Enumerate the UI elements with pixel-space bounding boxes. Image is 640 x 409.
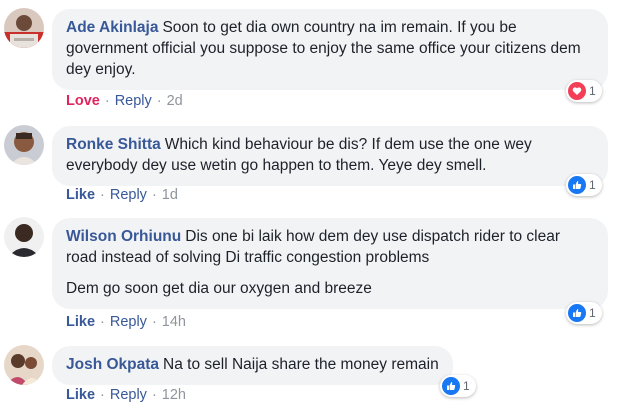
comment-text: Ade Akinlaja Soon to get dia own country … [66,17,594,80]
comment-author[interactable]: Josh Okpata [66,356,159,373]
reaction-count-badge[interactable]: 1 [566,302,602,324]
separator-dot: · [151,387,157,403]
thumbs-up-icon [442,377,460,395]
comment-bubble: Ade Akinlaja Soon to get dia own country … [52,9,608,90]
reaction-count: 1 [589,84,596,98]
comment-ade-akinlaja: Ade Akinlaja Soon to get dia own country … [0,0,640,112]
avatar-photo [4,345,44,385]
avatar[interactable] [4,125,44,165]
comment-wilson-orhiunu: Wilson Orhiunu Dis one bi laik how dem de… [0,212,640,340]
comment-bubble: Ronke Shitta Which kind behaviour be dis?… [52,126,608,186]
separator-dot: · [151,187,157,203]
comment-timestamp[interactable]: 14h [162,314,186,330]
avatar[interactable] [4,8,44,48]
comment-actions: Love · Reply · 2d [66,93,183,109]
reaction-count-badge[interactable]: 1 [566,80,602,102]
like-button[interactable]: Like [66,187,95,203]
separator-dot: · [100,187,105,203]
comment-body-paragraph: Dem go soon get dia our oxygen and breez… [66,280,372,297]
comment-text: Wilson Orhiunu Dis one bi laik how dem de… [66,226,594,268]
avatar[interactable] [4,345,44,385]
comment-text: Josh Okpata Na to sell Naija share the mo… [66,354,439,375]
separator-dot: · [151,314,157,330]
avatar-photo [4,217,44,257]
thumbs-up-icon [568,176,586,194]
comment-body: Na to sell Naija share the money remain [163,356,439,373]
comment-text: Ronke Shitta Which kind behaviour be dis?… [66,134,594,176]
comment-bubble: Wilson Orhiunu Dis one bi laik how dem de… [52,218,608,309]
separator-dot: · [100,387,105,403]
separator-dot: · [104,93,110,109]
separator-dot: · [100,314,105,330]
avatar-photo [4,8,44,48]
reply-button[interactable]: Reply [115,93,152,109]
comment-ronke-shitta: Ronke Shitta Which kind behaviour be dis?… [0,112,640,212]
separator-dot: · [156,93,162,109]
comment-author[interactable]: Wilson Orhiunu [66,228,181,245]
like-button[interactable]: Like [66,387,95,403]
love-reaction-button[interactable]: Love [66,93,100,109]
comment-actions: Like · Reply · 14h [66,314,186,330]
reply-button[interactable]: Reply [110,187,147,203]
reaction-count-badge[interactable]: 1 [566,174,602,196]
comment-bubble: Josh Okpata Na to sell Naija share the mo… [52,346,453,385]
reply-button[interactable]: Reply [110,387,147,403]
reaction-count: 1 [589,178,596,192]
comment-actions: Like · Reply · 1d [66,187,178,203]
reaction-count: 1 [589,306,596,320]
comment-timestamp[interactable]: 2d [167,93,183,109]
heart-icon [568,82,586,100]
comment-timestamp[interactable]: 1d [162,187,178,203]
reaction-count: 1 [463,379,470,393]
avatar-photo [4,125,44,165]
comment-timestamp[interactable]: 12h [162,387,186,403]
reply-button[interactable]: Reply [110,314,147,330]
comment-author[interactable]: Ade Akinlaja [66,19,158,36]
comment-actions: Like · Reply · 12h [66,387,186,403]
like-button[interactable]: Like [66,314,95,330]
avatar[interactable] [4,217,44,257]
thumbs-up-icon [568,304,586,322]
comment-josh-okpata: Josh Okpata Na to sell Naija share the mo… [0,340,640,409]
reaction-count-badge[interactable]: 1 [440,375,476,397]
comment-author[interactable]: Ronke Shitta [66,136,161,153]
